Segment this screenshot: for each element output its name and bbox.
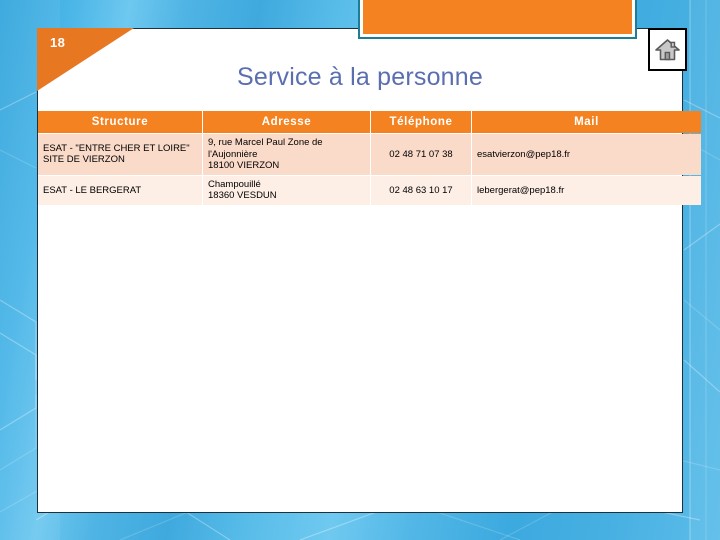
top-banner-fill [363,0,632,34]
cell-adresse: 9, rue Marcel Paul Zone de l'Aujonnière … [203,134,370,175]
column-header-structure: Structure [38,111,202,133]
column-header-mail: Mail [472,111,701,133]
table-header-row: Structure Adresse Téléphone Mail [38,111,701,133]
column-header-adresse: Adresse [203,111,370,133]
table-row: ESAT - "ENTRE CHER ET LOIRE" SITE DE VIE… [38,134,701,175]
cell-structure: ESAT - LE BERGERAT [38,175,202,205]
cell-telephone: 02 48 71 07 38 [371,134,471,175]
page-title: Service à la personne [236,63,483,91]
top-banner [358,0,637,39]
column-header-telephone: Téléphone [371,111,471,133]
slide: 18 Service à la personne Structure Adres… [0,0,720,540]
cell-telephone: 02 48 63 10 17 [371,175,471,205]
cell-mail: esatvierzon@pep18.fr [472,134,701,175]
home-icon [655,38,680,60]
cell-adresse: Champouillé 18360 VESDUN [203,175,370,205]
services-table: Structure Adresse Téléphone Mail ESAT - … [37,110,702,206]
cell-mail: lebergerat@pep18.fr [472,175,701,205]
table-row: ESAT - LE BERGERAT Champouillé 18360 VES… [38,175,701,205]
slide-number: 18 [50,35,66,50]
content-panel [37,28,683,513]
cell-structure: ESAT - "ENTRE CHER ET LOIRE" SITE DE VIE… [38,134,202,175]
